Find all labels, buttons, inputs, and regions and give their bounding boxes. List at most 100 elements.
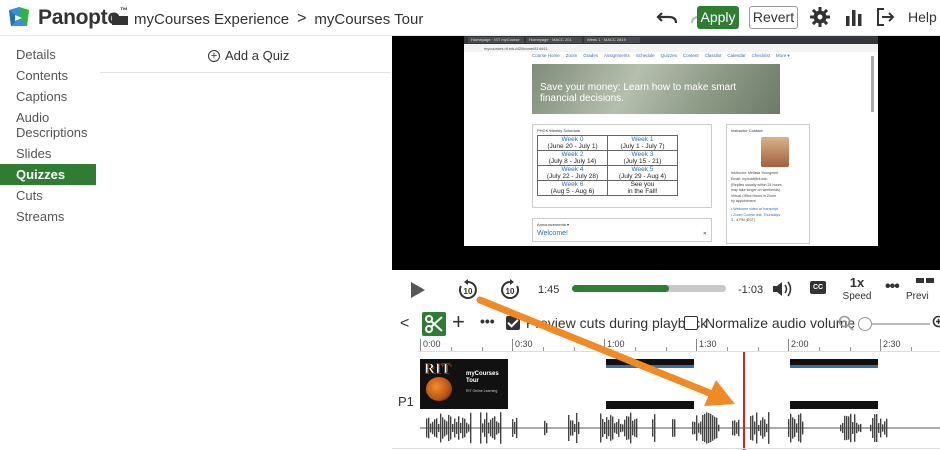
waveform-bar [694, 421, 696, 435]
waveform-bar [616, 422, 618, 434]
waveform-bar [576, 412, 578, 444]
progress-bar-fill [572, 285, 670, 292]
preview-layout-icon[interactable] [916, 278, 934, 288]
normalize-audio-label: Normalize audio volume [705, 315, 856, 331]
waveform-bar [442, 417, 444, 439]
browser-address-bar: mycourses.rit.edu/d2l/home/814441 [464, 44, 878, 52]
waveform-bar [428, 417, 430, 439]
zoom-out-icon[interactable] [838, 315, 854, 331]
speed-value[interactable]: 1x [842, 275, 872, 290]
video-track[interactable]: RIT myCourses Tour RIT Online Learning [420, 355, 940, 410]
contact-line: Instructor: Melissa Youngmee [731, 171, 779, 175]
thumbnail-screen [606, 365, 694, 401]
chevron-left-icon[interactable]: < [400, 315, 409, 333]
zoom-in-icon[interactable] [932, 315, 940, 331]
sidebar-item-slides[interactable]: Slides [0, 143, 96, 164]
waveform-bar [844, 415, 846, 441]
svg-text:10: 10 [464, 287, 473, 296]
ruler-tick-label: 2:30 [880, 339, 901, 351]
waveform-bar [622, 424, 624, 432]
revert-button[interactable]: Revert [749, 6, 798, 29]
sidebar-item-contents[interactable]: Contents [0, 65, 96, 86]
apply-button[interactable]: Apply [697, 6, 739, 29]
waveform-bar [482, 423, 484, 433]
help-menu[interactable]: Help ▾ [908, 9, 940, 26]
waveform-bar [618, 419, 620, 437]
panopto-logo-icon [9, 7, 29, 26]
waveform-bar [708, 412, 710, 444]
playhead[interactable] [743, 352, 745, 450]
waveform-bar [842, 422, 844, 434]
svg-text:10: 10 [506, 287, 515, 296]
track-thumbnail: RIT myCourses Tour RIT Online Learning [420, 359, 508, 409]
ruler-minor-tick [574, 347, 575, 351]
waveform-bar [756, 412, 758, 444]
waveform-bar [768, 412, 770, 444]
more-options-icon[interactable]: ••• [480, 313, 495, 329]
more-options-icon[interactable]: ••• [885, 278, 900, 296]
add-quiz-button[interactable]: + Add a Quiz [208, 48, 289, 63]
waveform-bar [692, 421, 694, 435]
waveform-bar [620, 423, 622, 433]
waveform-bar [454, 418, 456, 438]
timeline-bottom-border [392, 448, 940, 449]
waveform-bar [794, 418, 796, 438]
video-player[interactable]: Homepage · IST myCourse Homepage · MACC … [392, 36, 940, 270]
exit-icon[interactable] [877, 8, 895, 26]
preview-cuts-checkbox[interactable] [506, 316, 520, 330]
waveform-bar [710, 413, 712, 443]
panopto-logo[interactable]: Panopto™ [6, 6, 128, 30]
waveform-bar [702, 415, 704, 441]
thumbnail-screen [790, 365, 878, 401]
announcements-title: Announcements ▾ [537, 222, 570, 227]
tiger-mascot-icon [426, 377, 452, 401]
captions-button[interactable]: CC [810, 281, 826, 294]
stats-icon[interactable] [846, 8, 862, 26]
course-nav-item: More ▾ [775, 53, 790, 58]
breadcrumb-folder[interactable]: myCourses Experience [134, 11, 289, 28]
progress-bar[interactable] [572, 285, 726, 292]
waveform-bar [512, 419, 514, 437]
breadcrumb-session[interactable]: myCourses Tour [314, 11, 423, 28]
waveform-bar [752, 415, 754, 441]
schedule-cell: Week 3 (July 15 - 21) [607, 150, 678, 166]
audio-waveform[interactable] [420, 411, 940, 445]
waveform-bar [764, 419, 766, 437]
ruler-tick-label: 0:30 [512, 339, 533, 351]
volume-icon[interactable] [772, 280, 794, 298]
contact-line: Email: myrcdd@rit.edu [731, 177, 768, 181]
add-icon[interactable]: + [452, 311, 465, 333]
forward-10-icon[interactable]: 10 [498, 278, 522, 302]
waveform-bar [850, 413, 852, 443]
remaining-time: -1:03 [738, 284, 764, 296]
undo-icon[interactable] [656, 8, 678, 26]
normalize-audio-checkbox[interactable] [684, 316, 698, 330]
rewind-10-icon[interactable]: 10 [456, 278, 480, 302]
waveform-bar [438, 423, 440, 433]
sidebar-item-quizzes[interactable]: Quizzes [0, 164, 96, 185]
timeline-ruler[interactable]: 0:00 0:30 1:00 1:30 2:00 2:30 [418, 338, 940, 352]
scissors-icon [425, 315, 443, 333]
waveform-bar [486, 412, 488, 444]
waveform-bar [470, 412, 472, 444]
gear-icon[interactable] [810, 7, 830, 27]
waveform-bar [600, 413, 602, 443]
waveform-bar [460, 422, 462, 434]
waveform-bar [492, 417, 494, 439]
schedule-cell: Week 6 (Aug 5 - Aug 6) [537, 180, 608, 196]
waveform-bar [872, 418, 874, 438]
waveform-bar [498, 422, 500, 434]
schedule-cell: Week 0 (June 20 - July 1) [537, 135, 608, 151]
cut-tool-button[interactable] [422, 312, 446, 336]
sidebar-item-details[interactable]: Details [0, 44, 96, 65]
waveform-bar [468, 424, 470, 432]
sidebar-item-streams[interactable]: Streams [0, 206, 96, 227]
course-nav-item: Checklist [751, 53, 770, 58]
course-nav-item: Schedule [635, 53, 655, 58]
sidebar-item-captions[interactable]: Captions [0, 86, 96, 107]
zoom-slider-knob[interactable] [858, 317, 872, 331]
play-icon[interactable] [410, 281, 426, 299]
sidebar-item-audio-descriptions[interactable]: Audio Descriptions [0, 107, 96, 143]
sidebar-item-cuts[interactable]: Cuts [0, 185, 96, 206]
waveform-bar [610, 415, 612, 441]
